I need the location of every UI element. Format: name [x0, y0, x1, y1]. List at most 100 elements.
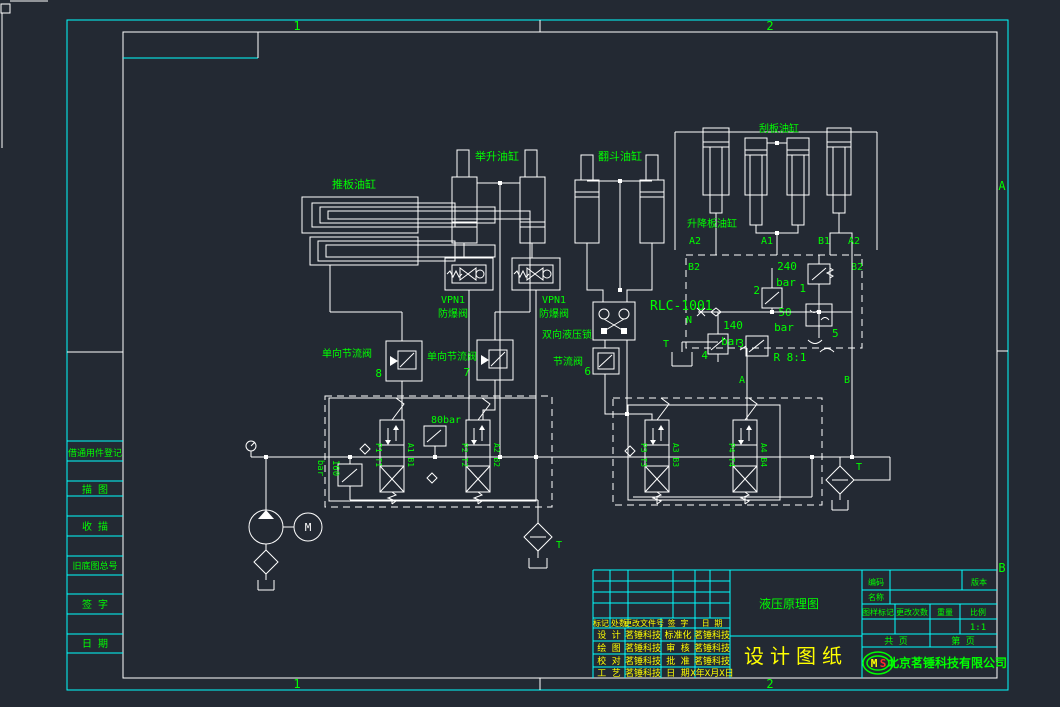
tip-cylinders: 翻斗油缸: [575, 149, 664, 302]
tb-process-by: 茗锤科技: [625, 667, 661, 679]
item-4: 4: [701, 349, 708, 362]
company-name: 北京茗锤科技有限公司: [887, 655, 1007, 670]
valve1-ports-left: P1 T1: [374, 443, 383, 467]
pressure-140: 140: [723, 319, 743, 332]
valve3-ports-left: P3 T3: [639, 443, 648, 467]
tb-change-count: 更改次数: [896, 607, 928, 617]
big-label: 设计图纸: [744, 644, 848, 668]
zone-letter-b: B: [998, 561, 1005, 575]
valve3-ports-right: A3 B3: [671, 443, 680, 467]
one-way-throttle-valve-8: 单向节流阀 8: [322, 312, 422, 420]
tb-code-label: 编码: [868, 577, 884, 587]
motor-label: M: [305, 521, 312, 534]
tb-pages-current: 第 页: [951, 635, 974, 647]
item-1: 1: [799, 282, 806, 295]
pressure-240: 240: [777, 260, 797, 273]
tb-version-label: 版本: [971, 577, 987, 587]
tb-approve-by: 茗锤科技: [694, 655, 730, 667]
double-hydraulic-lock: 双向液压锁: [542, 302, 635, 341]
item-3: 3: [737, 337, 744, 350]
tb-h-date: 日 期: [702, 619, 723, 628]
zone-number-top-2: 2: [766, 19, 773, 33]
tb-date-value: X年X月X日: [690, 667, 733, 679]
zone-number-top-1: 1: [293, 19, 300, 33]
tb-review-by: 茗锤科技: [694, 642, 730, 654]
pressure-50-unit: bar: [774, 321, 794, 334]
strip-label-old-no: 旧底图总号: [72, 560, 117, 572]
item-8: 8: [375, 367, 382, 380]
tb-design-by: 茗锤科技: [625, 629, 661, 641]
burst-valve-left-label: 防爆阀: [438, 307, 468, 320]
pressure-240-unit: bar: [776, 276, 796, 289]
tb-draw: 绘 图: [597, 642, 620, 654]
logo-letter-s: S: [880, 657, 887, 670]
tb-standardize-by: 茗锤科技: [694, 629, 730, 641]
tb-date-label: 日 期: [666, 668, 689, 679]
one-way-throttle-left-label: 单向节流阀: [322, 347, 372, 360]
port-t-rlc: T: [663, 339, 669, 350]
port-b2-right: B2: [851, 262, 863, 273]
tb-name-label: 名称: [868, 592, 884, 602]
throttle-valve-6: 节流阀 6: [553, 340, 652, 420]
zone-letter-a: A: [998, 179, 1006, 193]
tb-h-mark: 标记: [593, 618, 609, 628]
strip-label-date: 日 期: [82, 638, 108, 650]
port-n: N: [686, 315, 692, 326]
strip-label-trace: 描 图: [82, 483, 108, 496]
tb-proof-by: 茗锤科技: [625, 655, 661, 667]
valve1-ports-right: A1 B1: [406, 443, 415, 467]
strip-label-reuse: 借通用件登记: [68, 447, 122, 459]
tb-scale-label: 比例: [970, 607, 986, 617]
one-way-throttle-right-label: 单向节流阀: [427, 350, 477, 363]
scraper-label: 刮板油缸: [759, 122, 799, 135]
valve4-ports-left: P4 T4: [727, 443, 736, 467]
port-a1: A1: [761, 236, 773, 247]
tb-standardize: 标准化: [664, 629, 691, 641]
port-b1: B1: [818, 236, 830, 247]
valve4-ports-right: A4 B4: [759, 443, 768, 467]
tb-design: 设 计: [597, 629, 620, 641]
vpn1-right-label: VPN1: [542, 295, 566, 306]
tb-approve: 批 准: [666, 655, 689, 667]
tb-h-sign: 签 字: [668, 618, 689, 628]
tb-scale-value: 1:1: [970, 623, 986, 633]
tip-cylinder-label: 翻斗油缸: [598, 149, 642, 163]
strip-label-check: 收 描: [82, 520, 108, 533]
port-a2-left: A2: [689, 236, 701, 247]
ucs-origin-marker: [1, 1, 48, 148]
cad-canvas[interactable]: 1 2 1 2 A B 借通用件登记 描 图 收 描 旧底图总号 签 字 日 期: [0, 0, 1060, 707]
lift-cylinder-label: 举升油缸: [475, 149, 519, 163]
tb-review: 审 核: [666, 642, 689, 654]
title-block: 标记 处数 更改文件号 签 字 日 期 设 计 茗锤科技 标准化 茗锤科技 绘 …: [593, 570, 1007, 679]
tank-t-mid: T: [556, 540, 562, 551]
pressure-160-unit: bar: [315, 460, 325, 477]
port-b2-left: B2: [688, 262, 700, 273]
port-a: A: [739, 375, 745, 386]
pressure-80: 80bar: [431, 415, 461, 426]
tb-process: 工 艺: [597, 668, 620, 679]
item-5: 5: [832, 327, 839, 340]
tb-sample-mark: 图样标记: [862, 607, 894, 617]
ratio-label: R 8:1: [773, 351, 806, 364]
push-plate-label: 推板油缸: [332, 177, 376, 191]
burst-valve-right-label: 防爆阀: [539, 307, 569, 320]
vpn1-left-label: VPN1: [441, 295, 465, 306]
zone-number-bottom-2: 2: [766, 677, 773, 691]
tb-h-change-doc: 更改文件号: [624, 618, 664, 628]
tb-draw-by: 茗锤科技: [625, 642, 661, 654]
margin-strip: 借通用件登记 描 图 收 描 旧底图总号 签 字 日 期: [67, 441, 123, 653]
strip-label-sign: 签 字: [82, 598, 108, 611]
zone-number-bottom-1: 1: [293, 677, 300, 691]
item-7: 7: [463, 366, 470, 379]
logo-letter-m: M: [871, 657, 878, 670]
port-a2-right: A2: [848, 236, 860, 247]
slide-plate-label: 升降板油缸: [687, 217, 737, 230]
valve2-ports-left: P2 T2: [460, 443, 469, 467]
right-cylinder-cluster: 升降板油缸 刮板油缸 A2 A1 B1 A2: [675, 122, 877, 255]
double-lock-label: 双向液压锁: [542, 328, 592, 341]
item-2: 2: [753, 284, 760, 297]
pump-and-lines: M T T: [246, 441, 890, 590]
tb-weight: 重量: [937, 607, 953, 617]
lift-cylinders: 举升油缸: [452, 149, 545, 457]
left-valve-manifold: P1 T1 A1 B1 P2 T2 A2 B2 160 bar 80bar: [315, 396, 552, 523]
